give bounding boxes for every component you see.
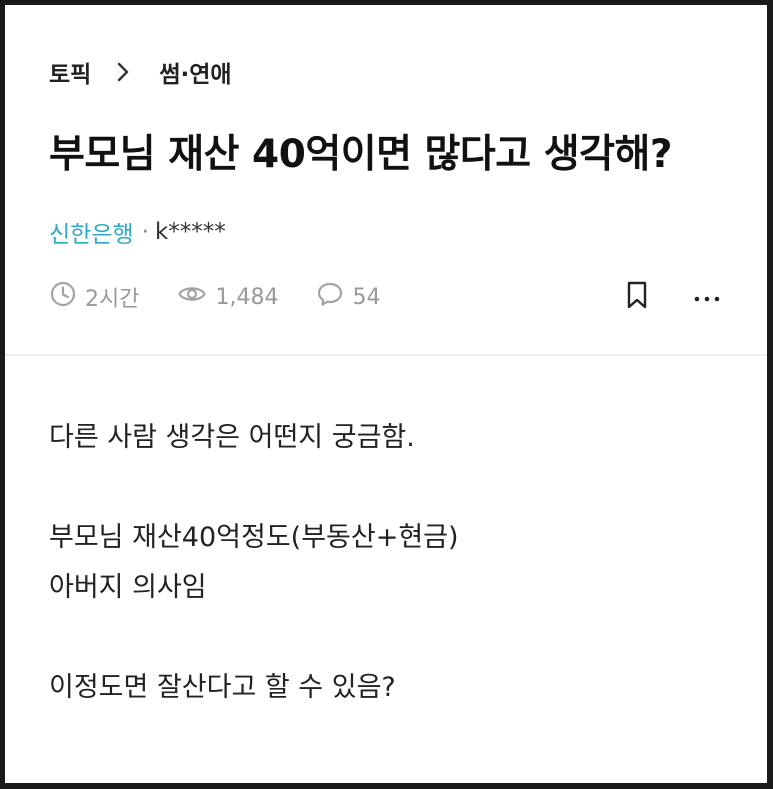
more-horizontal-icon — [694, 288, 720, 307]
comments-value: 54 — [352, 284, 381, 310]
body-line: 아버지 의사임 — [49, 572, 207, 603]
breadcrumb: 토픽 썸·연애 — [49, 55, 232, 89]
more-options-button[interactable] — [689, 281, 725, 313]
separator-dot: · — [141, 219, 149, 245]
company-name-link[interactable]: 신한은행 — [49, 215, 134, 249]
post-comments[interactable]: 54 — [316, 280, 380, 314]
post-views: 1,484 — [177, 280, 278, 314]
author-info: 신한은행 · k***** — [49, 215, 226, 249]
post-title: 부모님 재산 40억이면 많다고 생각해? — [49, 132, 673, 177]
breadcrumb-category-link[interactable]: 썸·연애 — [159, 55, 231, 89]
post-actions — [585, 281, 725, 313]
bookmark-button[interactable] — [619, 281, 655, 313]
comment-bubble-icon — [316, 280, 352, 314]
time-value: 2시간 — [85, 287, 140, 312]
post-screen: 토픽 썸·연애 부모님 재산 40억이면 많다고 생각해? 신한은행 · k**… — [5, 5, 767, 783]
post-meta: 2시간 1,484 54 — [49, 281, 418, 313]
breadcrumb-topic-link[interactable]: 토픽 — [49, 55, 91, 89]
body-line: 부모님 재산40억정도(부동산+현금) — [49, 522, 459, 553]
chevron-right-icon — [103, 57, 143, 87]
author-name: k***** — [154, 219, 226, 245]
body-line: 이정도면 잘산다고 할 수 있음? — [49, 672, 396, 703]
post-body: 다른 사람 생각은 어떤지 궁금함. 부모님 재산40억정도(부동산+현금) 아… — [49, 413, 729, 713]
eye-icon — [177, 280, 215, 314]
bookmark-icon — [625, 280, 649, 314]
section-divider — [5, 354, 767, 356]
clock-icon — [49, 280, 85, 314]
views-value: 1,484 — [215, 284, 279, 310]
post-time: 2시간 — [49, 280, 139, 314]
body-line: 다른 사람 생각은 어떤지 궁금함. — [49, 422, 415, 453]
